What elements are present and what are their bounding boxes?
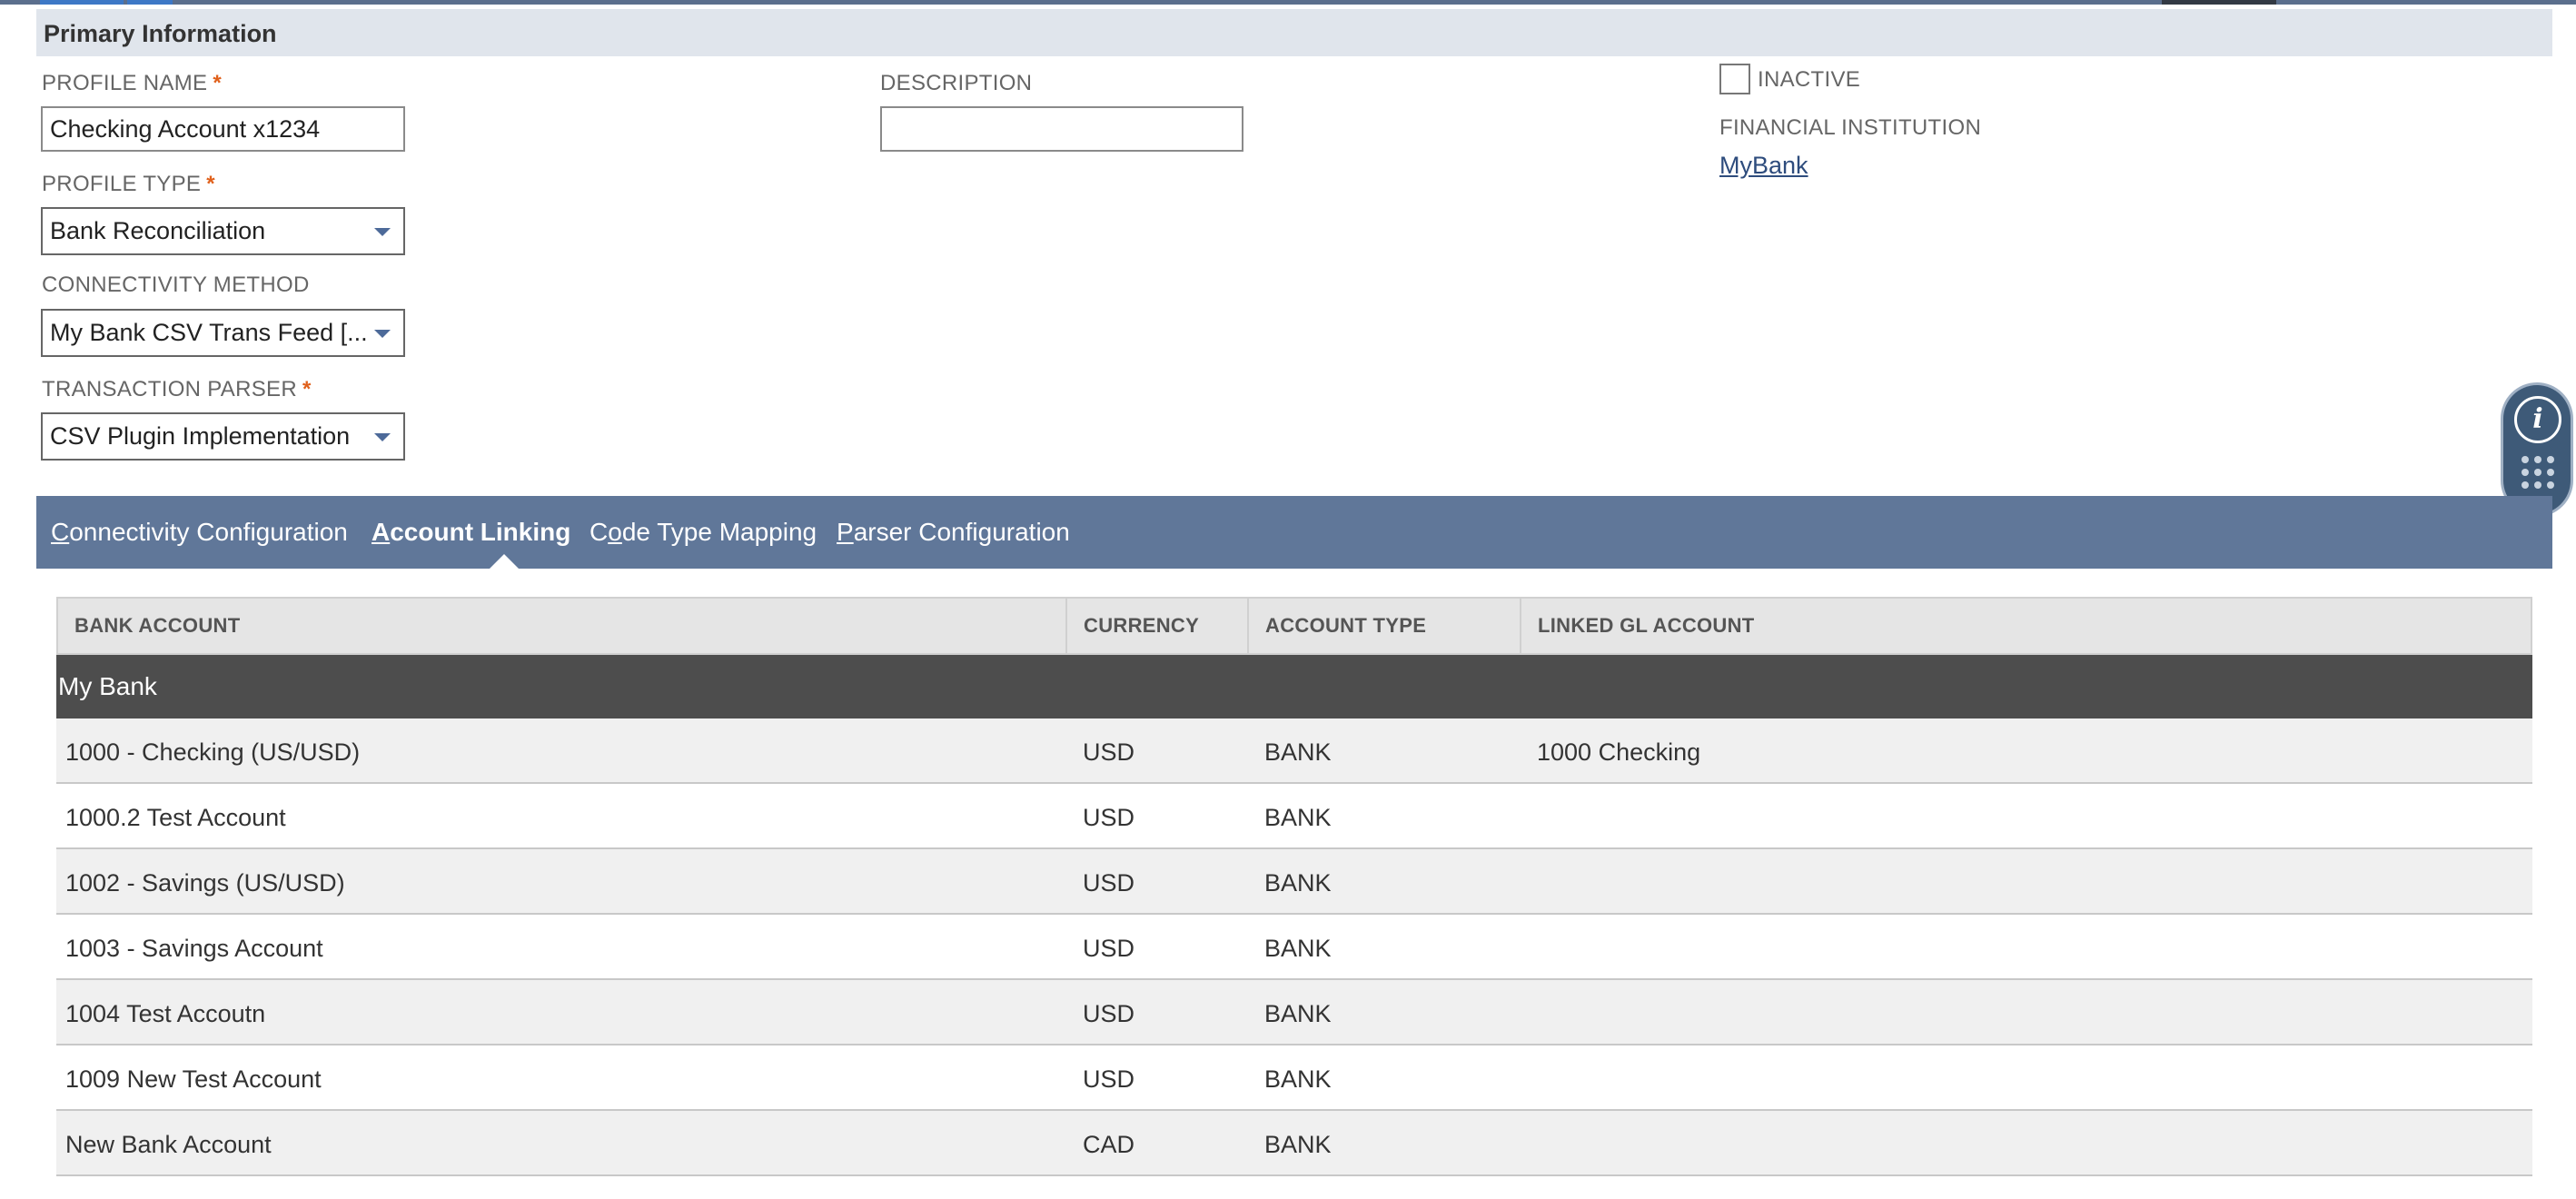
column-header-bank-account[interactable]: BANK ACCOUNT — [58, 599, 1067, 653]
currency-cell: USD — [1083, 738, 1135, 766]
profile-type-value: Bank Reconciliation — [50, 217, 266, 244]
bank-account-cell: 1002 - Savings (US/USD) — [65, 869, 345, 897]
table-header: BANK ACCOUNT CURRENCY ACCOUNT TYPE LINKE… — [56, 597, 2532, 655]
profile-type-select[interactable]: Bank Reconciliation — [41, 207, 405, 255]
dots-grid-icon[interactable] — [2522, 456, 2554, 496]
top-nav-strip — [0, 0, 2576, 5]
bank-account-cell: 1000.2 Test Account — [65, 804, 286, 831]
required-marker: * — [206, 172, 215, 196]
top-nav-tab-indicator-2[interactable] — [127, 0, 173, 5]
caret-down-icon — [374, 433, 391, 441]
description-label: DESCRIPTION — [880, 71, 1033, 95]
account-linking-table: BANK ACCOUNT CURRENCY ACCOUNT TYPE LINKE… — [56, 597, 2532, 1176]
table-row[interactable]: 1000 - Checking (US/USD) USD BANK 1000 Chec… — [56, 718, 2532, 784]
profile-name-label: PROFILE NAME * — [42, 71, 222, 95]
description-input[interactable] — [880, 106, 1243, 152]
currency-cell: USD — [1083, 1000, 1135, 1027]
tab-account-linking[interactable]: Account Linking — [372, 518, 570, 547]
account-type-cell: BANK — [1264, 869, 1332, 897]
currency-cell: USD — [1083, 869, 1135, 897]
inactive-checkbox[interactable] — [1719, 64, 1750, 94]
top-nav-tab-indicator[interactable] — [40, 0, 124, 5]
table-row[interactable]: 1004 Test Accoutn USD BANK — [56, 980, 2532, 1045]
table-row[interactable]: 1002 - Savings (US/USD) USD BANK — [56, 849, 2532, 915]
tab-connectivity-configuration[interactable]: Connectivity Configuration — [51, 518, 348, 547]
connectivity-method-select[interactable]: My Bank CSV Trans Feed [... — [41, 309, 405, 357]
top-nav-right-indicator[interactable] — [2162, 0, 2276, 5]
account-type-cell: BANK — [1264, 804, 1332, 831]
financial-institution-link[interactable]: MyBank — [1719, 152, 1808, 180]
required-marker: * — [213, 71, 222, 95]
currency-cell: USD — [1083, 1065, 1135, 1093]
table-row[interactable]: 1003 - Savings Account USD BANK — [56, 915, 2532, 980]
group-row-my-bank: My Bank — [56, 655, 2532, 718]
tab-parser-configuration[interactable]: Parser Configuration — [837, 518, 1070, 547]
currency-cell: USD — [1083, 935, 1135, 962]
active-tab-pointer — [490, 554, 519, 569]
currency-cell: CAD — [1083, 1131, 1135, 1158]
bank-account-cell: 1009 New Test Account — [65, 1065, 322, 1093]
section-header-primary-information[interactable]: Primary Information — [36, 9, 2552, 56]
inactive-label: INACTIVE — [1758, 67, 1861, 92]
column-header-linked-gl-account[interactable]: LINKED GL ACCOUNT — [1521, 599, 2531, 653]
required-marker: * — [302, 377, 312, 401]
caret-down-icon — [374, 228, 391, 236]
info-icon[interactable]: i — [2514, 396, 2561, 443]
financial-institution-label: FINANCIAL INSTITUTION — [1719, 115, 1982, 140]
subtab-bar: Connectivity Configuration Account Linki… — [36, 496, 2552, 569]
transaction-parser-label: TRANSACTION PARSER * — [42, 377, 312, 401]
bank-account-cell: 1004 Test Accoutn — [65, 1000, 266, 1027]
profile-name-input[interactable]: Checking Account x1234 — [41, 106, 405, 152]
transaction-parser-value: CSV Plugin Implementation — [50, 422, 351, 450]
account-type-cell: BANK — [1264, 1065, 1332, 1093]
bank-account-cell: New Bank Account — [65, 1131, 272, 1158]
bank-account-cell: 1003 - Savings Account — [65, 935, 323, 962]
currency-cell: USD — [1083, 804, 1135, 831]
linked-gl-account-cell: 1000 Checking — [1537, 738, 1701, 766]
caret-down-icon — [374, 330, 391, 338]
account-type-cell: BANK — [1264, 1131, 1332, 1158]
transaction-parser-select[interactable]: CSV Plugin Implementation — [41, 412, 405, 461]
connectivity-method-label: CONNECTIVITY METHOD — [42, 272, 310, 297]
table-row[interactable]: 1009 New Test Account USD BANK — [56, 1045, 2532, 1111]
account-type-cell: BANK — [1264, 1000, 1332, 1027]
section-title: Primary Information — [44, 20, 277, 47]
column-header-currency[interactable]: CURRENCY — [1067, 599, 1249, 653]
tab-code-type-mapping[interactable]: Code Type Mapping — [590, 518, 817, 547]
table-row[interactable]: 1000.2 Test Account USD BANK — [56, 784, 2532, 849]
column-header-account-type[interactable]: ACCOUNT TYPE — [1249, 599, 1521, 653]
table-row[interactable]: New Bank Account CAD BANK — [56, 1111, 2532, 1176]
side-help-widget: i — [2503, 385, 2571, 514]
connectivity-method-value: My Bank CSV Trans Feed [... — [50, 319, 368, 346]
account-type-cell: BANK — [1264, 935, 1332, 962]
account-type-cell: BANK — [1264, 738, 1332, 766]
bank-account-cell: 1000 - Checking (US/USD) — [65, 738, 361, 766]
profile-type-label: PROFILE TYPE * — [42, 172, 215, 196]
